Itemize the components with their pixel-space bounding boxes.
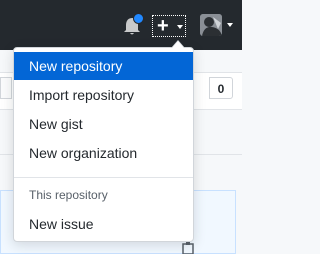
menu-item-new-gist[interactable]: New gist — [14, 110, 193, 138]
chevron-down-icon — [177, 25, 183, 29]
create-new-dropdown: New repository Import repository New gis… — [13, 40, 194, 242]
menu-item-new-issue[interactable]: New issue — [14, 210, 193, 238]
menu-item-new-repository[interactable]: New repository — [14, 52, 193, 80]
notification-indicator — [133, 13, 144, 24]
clipboard-icon[interactable] — [182, 242, 194, 254]
menu-section-header: This repository — [29, 188, 108, 202]
dropdown-caret — [171, 40, 185, 48]
avatar[interactable] — [200, 14, 222, 36]
plus-icon: + — [157, 15, 169, 37]
top-header: + — [0, 0, 242, 50]
avatar-chevron-down-icon[interactable] — [227, 23, 233, 27]
menu-item-new-organization[interactable]: New organization — [14, 139, 193, 167]
create-new-button[interactable]: + — [152, 15, 186, 37]
counter-badge[interactable]: 0 — [209, 77, 233, 99]
menu-divider — [14, 177, 193, 178]
action-button[interactable] — [0, 77, 12, 99]
menu-item-import-repository[interactable]: Import repository — [14, 81, 193, 109]
